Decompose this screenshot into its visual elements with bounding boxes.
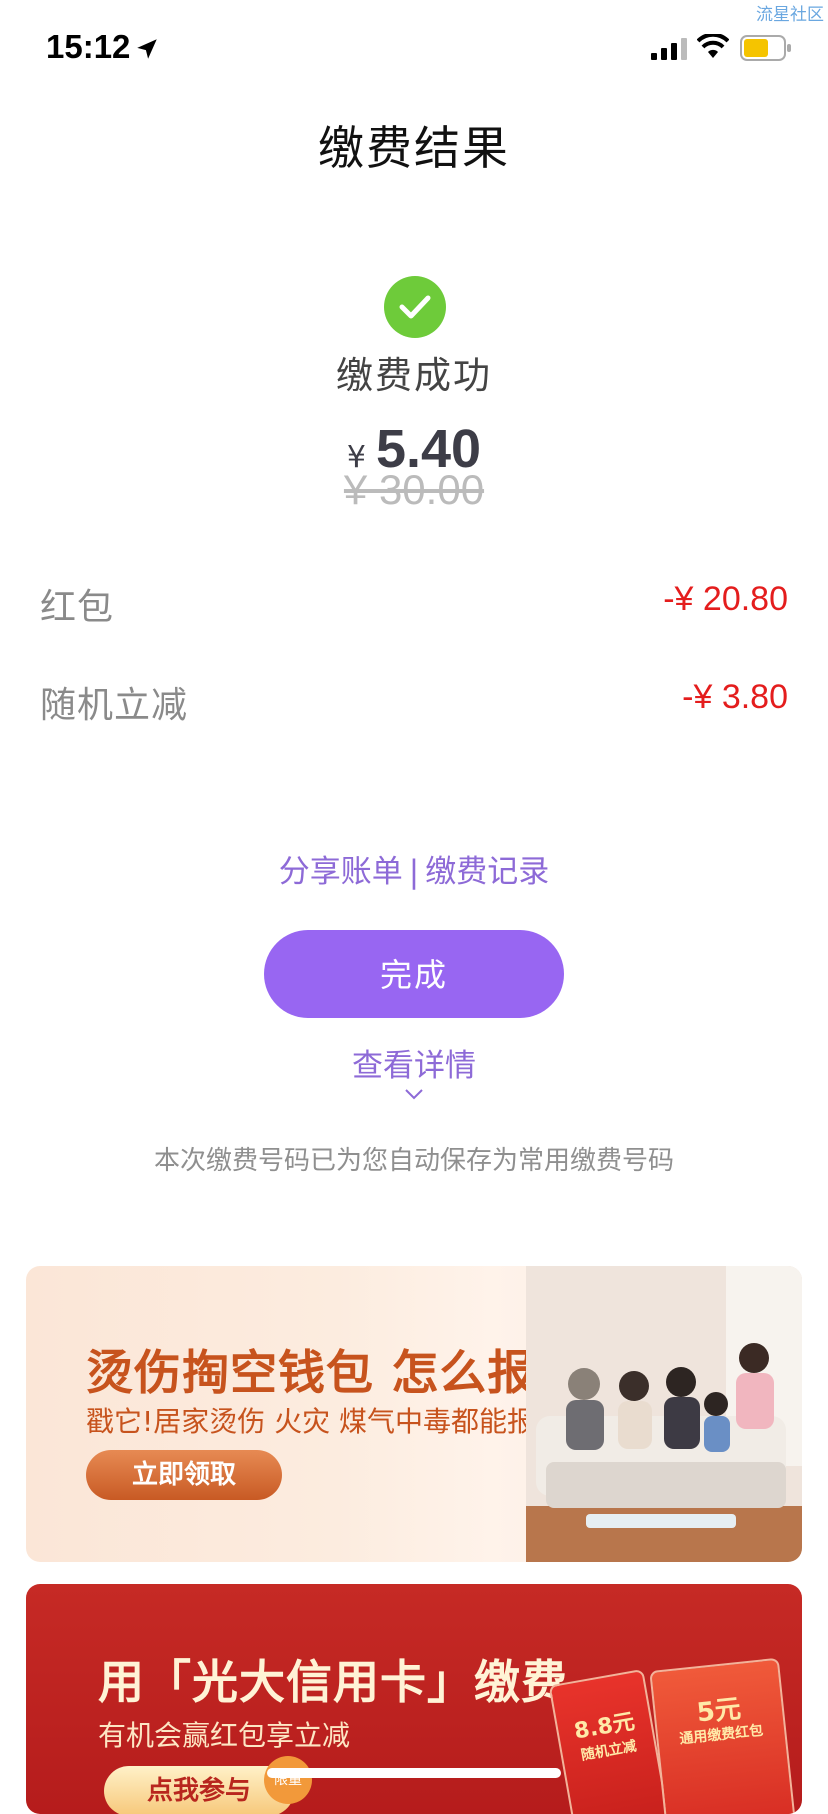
cellular-signal-icon — [651, 38, 687, 60]
battery-icon — [740, 35, 791, 61]
family-photo — [526, 1266, 802, 1562]
view-details-link[interactable]: 查看详情 — [0, 1040, 828, 1085]
insurance-banner[interactable]: 烫伤掏空钱包 怎么报? 戳它!居家烫伤 火灾 煤气中毒都能报 立即领取 — [26, 1266, 802, 1562]
red-envelope-right: 5元 通用缴费红包 — [649, 1657, 797, 1814]
banner-subtitle: 戳它!居家烫伤 火灾 煤气中毒都能报 — [86, 1405, 536, 1438]
done-button[interactable]: 完成 — [264, 930, 564, 1018]
original-amount: ¥ 30.00 — [343, 466, 485, 513]
detail-value: -¥ 3.80 — [682, 678, 788, 716]
status-time: 15:12 — [46, 28, 131, 65]
page-title: 缴费结果 — [318, 121, 510, 175]
payment-records-link[interactable]: 缴费记录 — [425, 854, 549, 890]
detail-row-random-discount: 随机立减 -¥ 3.80 — [40, 676, 788, 736]
link-separator: | — [408, 854, 420, 890]
detail-row-red-packet: 红包 -¥ 20.80 — [40, 578, 788, 638]
detail-label: 红包 — [40, 587, 115, 628]
location-arrow-icon — [137, 39, 157, 59]
saved-number-note: 本次缴费号码已为您自动保存为常用缴费号码 — [153, 1146, 674, 1176]
banner-title: 烫伤掏空钱包 怎么报? — [86, 1346, 564, 1401]
home-indicator[interactable] — [267, 1768, 561, 1778]
chevron-down-icon[interactable] — [404, 1088, 424, 1100]
limited-badge: 限量 — [264, 1756, 312, 1804]
payment-status: 缴费成功 — [336, 354, 492, 397]
share-bill-link[interactable]: 分享账单 — [279, 854, 403, 890]
links-row: 分享账单 | 缴费记录 — [0, 846, 828, 891]
success-check-icon — [384, 276, 446, 338]
status-bar: 15:12 — [0, 0, 828, 96]
credit-card-banner[interactable]: 用「光大信用卡」缴费 有机会赢红包享立减 点我参与 限量 8.8元 随机立减 5… — [26, 1584, 802, 1814]
detail-value: -¥ 20.80 — [663, 580, 788, 618]
claim-now-button[interactable]: 立即领取 — [86, 1450, 282, 1500]
wifi-icon — [697, 34, 729, 58]
detail-label: 随机立减 — [40, 685, 189, 726]
banner-subtitle: 有机会赢红包享立减 — [98, 1719, 351, 1752]
banner-title: 用「光大信用卡」缴费 — [98, 1655, 568, 1709]
